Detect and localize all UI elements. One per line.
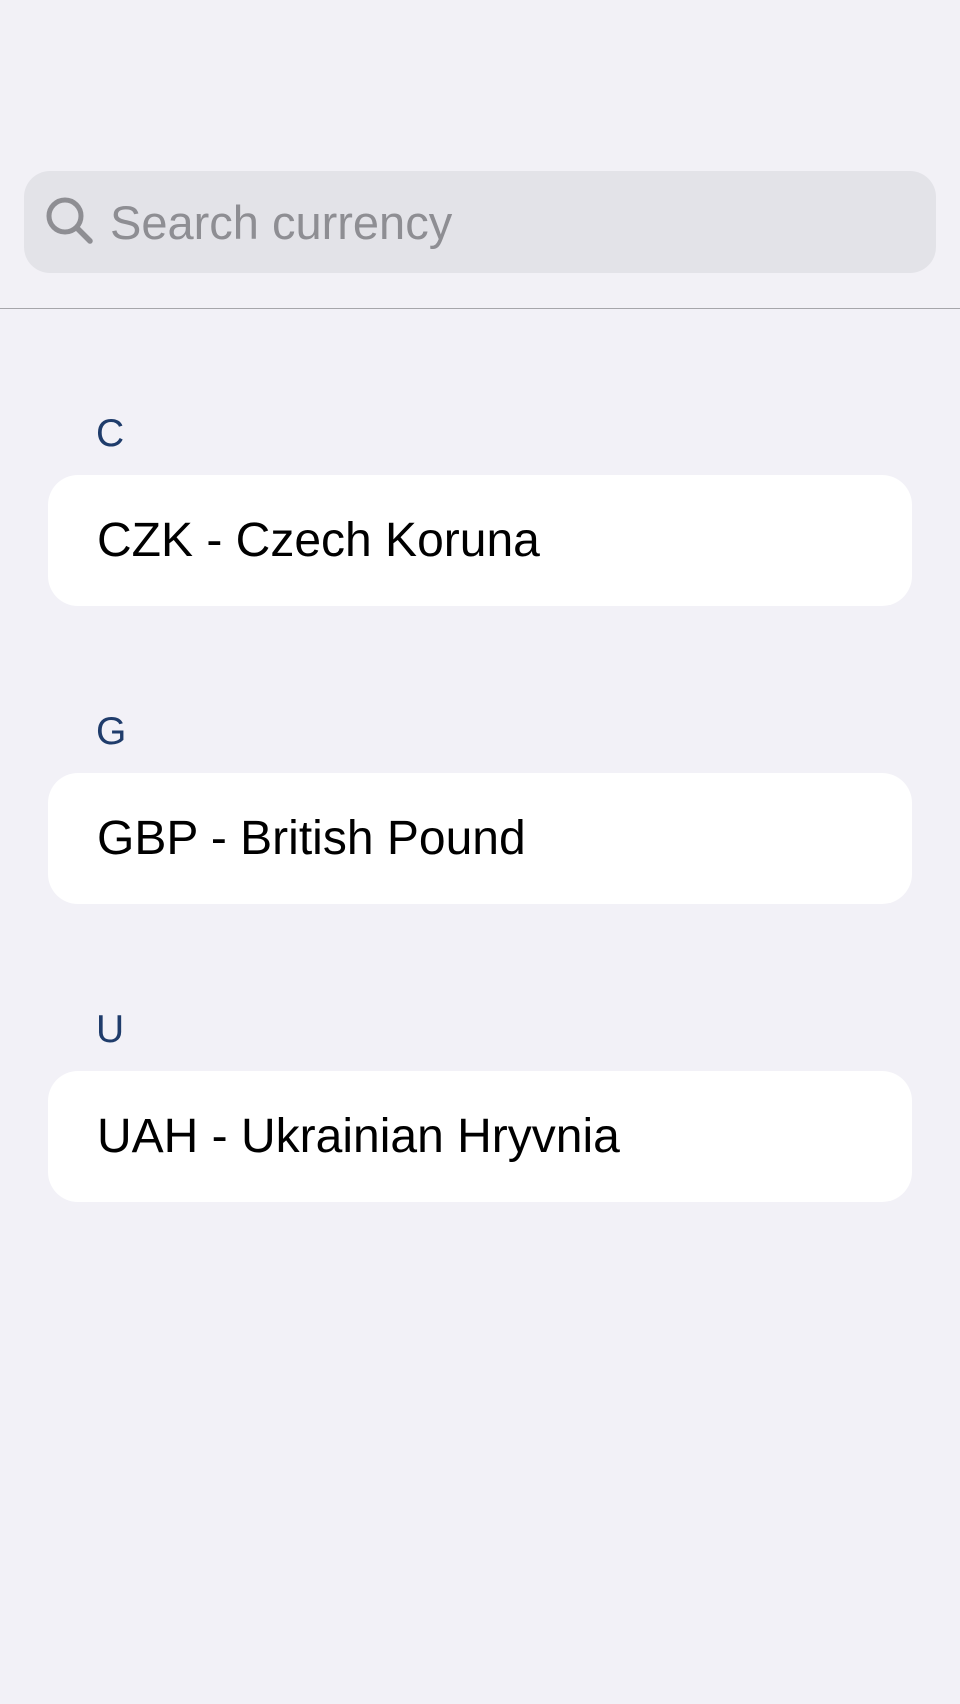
section-header-u: U xyxy=(96,1008,125,1051)
currency-row-gbp[interactable]: GBP - British Pound xyxy=(48,773,912,904)
search-input[interactable] xyxy=(110,190,910,254)
section-header-c: C xyxy=(96,412,125,455)
currency-label: CZK - Czech Koruna xyxy=(97,514,540,567)
currency-row-uah[interactable]: UAH - Ukrainian Hryvnia xyxy=(48,1071,912,1202)
currency-label: GBP - British Pound xyxy=(97,812,526,865)
section-header-g: G xyxy=(96,710,127,753)
currency-label: UAH - Ukrainian Hryvnia xyxy=(97,1110,620,1163)
search-icon xyxy=(46,197,93,244)
search-header xyxy=(0,0,960,309)
currency-row-czk[interactable]: CZK - Czech Koruna xyxy=(48,475,912,606)
